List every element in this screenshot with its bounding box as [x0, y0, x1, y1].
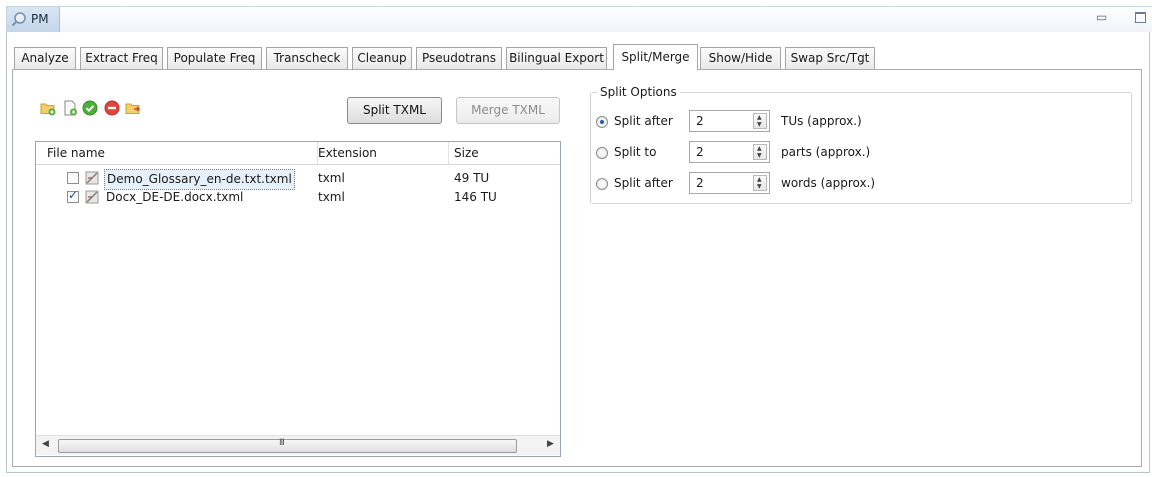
column-header-extension[interactable]: Extension — [318, 142, 449, 164]
stepper-value: 2 — [696, 145, 704, 159]
words-count-stepper[interactable]: 2 ▲ ▼ — [689, 172, 770, 194]
table-header: File name Extension Size — [36, 142, 560, 165]
unit-tus: TUs (approx.) — [781, 114, 862, 128]
radio-split-after-words[interactable] — [596, 178, 608, 190]
remove-icon[interactable] — [104, 100, 120, 116]
checkmark-icon: ✓ — [68, 188, 79, 202]
merge-txml-button[interactable]: Merge TXML — [456, 97, 560, 124]
txml-file-icon — [85, 171, 99, 185]
tab-pseudotrans[interactable]: Pseudotrans — [416, 47, 502, 69]
scroll-right-icon[interactable]: ▶ — [547, 439, 554, 449]
tab-bilingual-export[interactable]: Bilingual Export — [506, 47, 607, 69]
radio-split-after-tus[interactable] — [596, 116, 608, 128]
tab-cleanup[interactable]: Cleanup — [352, 47, 412, 69]
column-header-size[interactable]: Size — [454, 142, 554, 164]
tab-extract-freq[interactable]: Extract Freq — [80, 47, 163, 69]
stepper-arrows[interactable]: ▲ ▼ — [753, 175, 767, 191]
split-options-legend: Split Options — [597, 85, 680, 99]
stepper-arrows[interactable]: ▲ ▼ — [753, 144, 767, 160]
add-file-icon[interactable] — [62, 100, 78, 116]
check-all-icon[interactable] — [82, 100, 98, 116]
view-toolbar: PM ▭ — [6, 6, 1152, 34]
file-size: 146 TU — [454, 190, 497, 204]
table-row[interactable]: Demo_Glossary_en-de.txt.txml txml 49 TU — [36, 169, 560, 190]
unit-words: words (approx.) — [781, 176, 876, 190]
tab-swap-src-tgt[interactable]: Swap Src/Tgt — [785, 47, 875, 69]
file-name: Demo_Glossary_en-de.txt.txml — [104, 169, 295, 190]
open-folder-icon[interactable] — [125, 100, 141, 116]
file-name: Docx_DE-DE.docx.txml — [106, 190, 244, 204]
stepper-value: 2 — [696, 176, 704, 190]
tab-show-hide[interactable]: Show/Hide — [700, 47, 781, 69]
scroll-left-icon[interactable]: ◀ — [42, 439, 49, 449]
unit-parts: parts (approx.) — [781, 145, 871, 159]
row-checkbox[interactable] — [67, 172, 79, 184]
tab-analyze[interactable]: Analyze — [14, 47, 76, 69]
split-txml-button[interactable]: Split TXML — [347, 97, 442, 124]
label-split-after-tus: Split after — [614, 114, 673, 128]
table-row[interactable]: ✓ Docx_DE-DE.docx.txml txml 146 TU — [36, 188, 560, 207]
row-checkbox[interactable]: ✓ — [67, 188, 79, 203]
tab-split-merge[interactable]: Split/Merge — [613, 44, 698, 70]
label-split-to-parts: Split to — [614, 145, 657, 159]
add-folder-icon[interactable] — [40, 100, 56, 116]
file-extension: txml — [318, 171, 345, 185]
maximize-icon[interactable] — [1135, 12, 1146, 23]
file-extension: txml — [318, 190, 345, 204]
file-table[interactable]: File name Extension Size Demo_Glossary_e… — [35, 141, 561, 457]
txml-file-icon — [85, 190, 99, 204]
tus-count-stepper[interactable]: 2 ▲ ▼ — [689, 110, 770, 132]
horizontal-scrollbar[interactable]: ◀ III ▶ — [36, 435, 560, 455]
file-size: 49 TU — [454, 171, 490, 185]
radio-dot — [600, 120, 604, 124]
minimize-icon[interactable]: ▭ — [1096, 11, 1107, 23]
view-title: PM — [31, 12, 49, 26]
label-split-after-words: Split after — [614, 176, 673, 190]
column-header-file-name[interactable]: File name — [36, 142, 318, 164]
view-tab-pm[interactable]: PM — [7, 7, 60, 34]
stepper-arrows[interactable]: ▲ ▼ — [753, 113, 767, 129]
radio-split-to-parts[interactable] — [596, 147, 608, 159]
parts-count-stepper[interactable]: 2 ▲ ▼ — [689, 141, 770, 163]
stepper-value: 2 — [696, 114, 704, 128]
scroll-grip: III — [279, 438, 285, 448]
scroll-thumb[interactable]: III — [58, 438, 517, 453]
tab-populate-freq[interactable]: Populate Freq — [167, 47, 262, 69]
tab-transcheck[interactable]: Transcheck — [266, 47, 348, 69]
magnifier-icon — [11, 12, 26, 27]
